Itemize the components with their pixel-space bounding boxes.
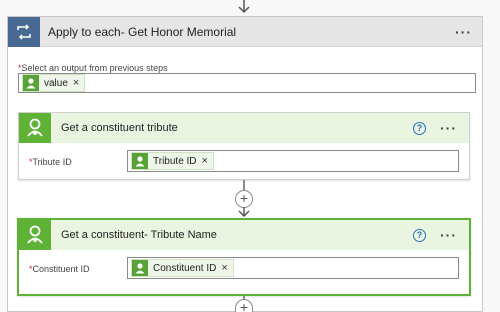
token-remove-button[interactable]: × xyxy=(221,262,227,274)
token-remove-button[interactable]: × xyxy=(202,155,208,167)
plus-icon[interactable]: + xyxy=(235,299,253,312)
select-output-input[interactable]: value × xyxy=(18,73,476,93)
constituent-id-label-text: Constituent ID xyxy=(32,264,90,274)
flow-designer-canvas: Apply to each- Get Honor Memorial ··· *S… xyxy=(0,0,500,312)
action-card-header[interactable]: Get a constituent tribute ? ··· xyxy=(19,113,469,143)
action-card-body: *Constituent ID Constituent ID × xyxy=(19,250,469,294)
help-circle-icon[interactable]: ? xyxy=(413,228,426,242)
constituent-id-label: *Constituent ID xyxy=(29,264,90,274)
more-options-button[interactable]: ··· xyxy=(455,24,472,40)
token-label: Tribute ID xyxy=(153,155,197,167)
constituent-avatar-icon xyxy=(23,75,39,91)
token-remove-button[interactable]: × xyxy=(73,77,79,89)
constituent-avatar-icon xyxy=(19,113,51,143)
arrow-down-icon xyxy=(238,0,250,14)
apply-to-each-title: Apply to each- Get Honor Memorial xyxy=(48,24,237,39)
token-label: Constituent ID xyxy=(153,262,217,274)
select-output-label: *Select an output from previous steps xyxy=(18,63,168,73)
more-options-button[interactable]: ··· xyxy=(440,227,457,243)
action-card-get-constituent-tribute: Get a constituent tribute ? ··· *Tribute… xyxy=(18,112,470,180)
constituent-avatar-icon xyxy=(132,260,148,276)
apply-to-each-header[interactable]: Apply to each- Get Honor Memorial ··· xyxy=(8,16,482,47)
constituent-avatar-icon xyxy=(19,220,51,250)
loop-icon xyxy=(8,16,40,47)
action-title: Get a constituent tribute xyxy=(61,122,178,134)
more-options-button[interactable]: ··· xyxy=(440,120,457,136)
constituent-id-input[interactable]: Constituent ID × xyxy=(127,257,459,279)
select-output-label-text: Select an output from previous steps xyxy=(21,63,168,73)
constituent-avatar-icon xyxy=(132,153,148,169)
action-card-header[interactable]: Get a constituent- Tribute Name ? ··· xyxy=(19,220,469,250)
dynamic-content-token[interactable]: Constituent ID × xyxy=(131,259,234,277)
tribute-id-label: *Tribute ID xyxy=(29,157,72,167)
dynamic-content-token[interactable]: Tribute ID × xyxy=(131,152,214,170)
action-title: Get a constituent- Tribute Name xyxy=(61,229,217,241)
arrow-down-icon xyxy=(238,207,250,217)
tribute-id-label-text: Tribute ID xyxy=(32,157,72,167)
plus-icon[interactable]: + xyxy=(235,190,253,208)
dynamic-content-token[interactable]: value × xyxy=(22,74,86,92)
token-label: value xyxy=(44,77,68,89)
tribute-id-input[interactable]: Tribute ID × xyxy=(127,150,459,172)
action-card-get-constituent-tribute-name: Get a constituent- Tribute Name ? ··· *C… xyxy=(17,218,471,296)
action-card-body: *Tribute ID Tribute ID × xyxy=(19,143,469,179)
help-circle-icon[interactable]: ? xyxy=(413,121,426,135)
